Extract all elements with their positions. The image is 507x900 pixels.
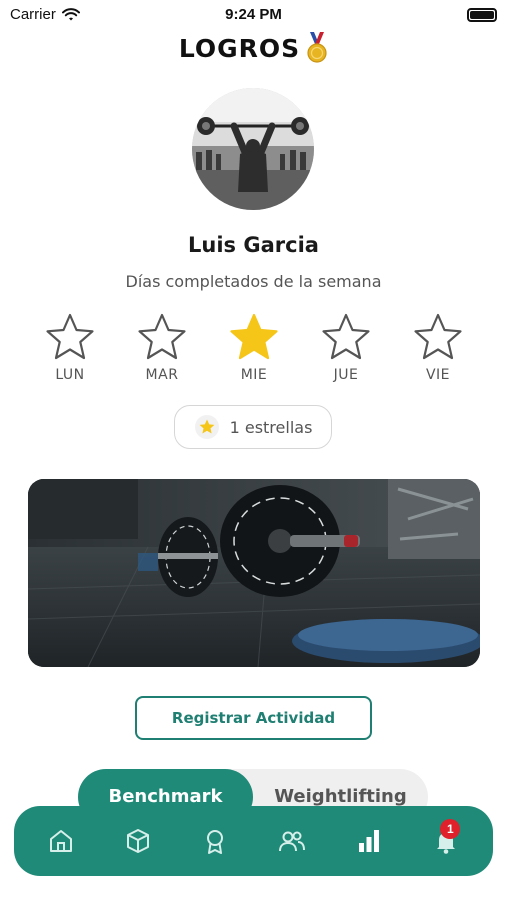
tab-notifications[interactable]: 1 [416, 811, 476, 871]
star-outline-icon [414, 313, 462, 360]
user-name: Luis Garcia [188, 233, 319, 257]
register-activity-button[interactable]: Registrar Actividad [135, 696, 372, 740]
day-label: LUN [55, 367, 85, 383]
tab-community[interactable] [262, 811, 322, 871]
page-title: LOGROS [178, 33, 301, 63]
bottom-tab-bar: 1 [14, 806, 493, 876]
battery-icon [467, 8, 497, 22]
tab-home[interactable] [31, 811, 91, 871]
day-lun: LUN [24, 313, 116, 383]
header: LOGROS [0, 32, 507, 64]
medal-icon [307, 32, 327, 63]
weekday-stars: LUN MAR MIE JUE VIE [24, 313, 484, 383]
day-vie: VIE [392, 313, 484, 383]
status-time: 9:24 PM [225, 6, 282, 23]
star-outline-icon [46, 313, 94, 360]
day-mar: MAR [116, 313, 208, 383]
stars-summary: 1 estrellas [174, 405, 332, 449]
star-icon [194, 415, 219, 439]
award-icon [206, 830, 223, 854]
week-label: Días completados de la semana [125, 272, 382, 291]
day-mie: MIE [208, 313, 300, 383]
status-bar: Carrier 9:24 PM [0, 0, 507, 30]
stars-count: 1 estrellas [229, 417, 313, 437]
day-jue: JUE [300, 313, 392, 383]
day-label: MAR [145, 367, 179, 383]
day-label: JUE [333, 367, 359, 383]
box-icon [126, 829, 149, 853]
hero-image [28, 479, 480, 667]
avatar [192, 88, 314, 210]
chart-icon [359, 830, 380, 852]
users-icon [279, 831, 306, 852]
tab-stats[interactable] [339, 811, 399, 871]
star-outline-icon [322, 313, 370, 360]
tab-box[interactable] [108, 811, 168, 871]
star-outline-icon [138, 313, 186, 360]
star-filled-icon [230, 313, 278, 360]
day-label: MIE [240, 367, 268, 383]
home-icon [49, 830, 72, 852]
day-label: VIE [425, 367, 451, 383]
tab-awards[interactable] [185, 811, 245, 871]
